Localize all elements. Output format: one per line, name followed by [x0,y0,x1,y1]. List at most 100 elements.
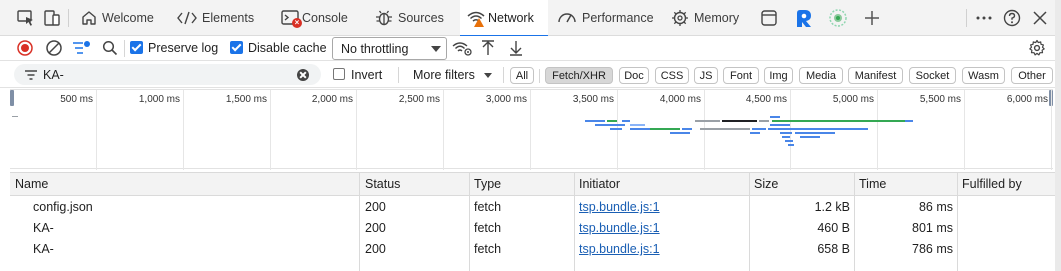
network-overview-timeline[interactable]: 500 ms 1,000 ms 1,500 ms 2,000 ms 2,500 ms 3,… [10,89,1053,170]
search-button[interactable] [101,39,119,57]
filter-chip-doc[interactable]: Doc [619,67,649,84]
table-row[interactable]: KA- 200 fetch tsp.bundle.js:1 658 B 786 … [10,239,1061,260]
filter-input[interactable]: KA- [14,64,321,85]
clear-log-button[interactable] [45,39,63,57]
filter-lines-icon [73,41,90,54]
throttling-select[interactable]: No throttling [332,37,447,60]
request-type: fetch [474,242,502,256]
filter-chip-manifest[interactable]: Manifest [848,67,903,84]
filter-chip-js[interactable]: JS [694,67,718,84]
invert-checkbox[interactable] [333,68,345,80]
request-initiator-link[interactable]: tsp.bundle.js:1 [579,200,660,214]
request-type: fetch [474,200,502,214]
overview-grid-line [704,90,705,170]
filter-chip-fetch-xhr[interactable]: Fetch/XHR [545,67,613,84]
help-icon[interactable] [1002,8,1022,28]
chevron-down-icon [431,46,441,52]
gear-chip-icon [672,10,688,26]
network-conditions-button[interactable] [452,39,474,57]
tab-label: Elements [202,11,255,25]
overview-tick-label: 5,500 ms [919,94,961,105]
overview-tick-label: 500 ms [60,94,93,105]
overview-tick-label: 1,000 ms [138,94,180,105]
more-options-icon[interactable] [974,8,994,28]
filter-chip-img[interactable]: Img [764,67,793,84]
tab-memory[interactable]: Memory [668,0,748,36]
preserve-log-label[interactable]: Preserve log [148,41,218,55]
inspect-element-icon[interactable] [16,8,36,28]
disable-cache-label[interactable]: Disable cache [248,41,327,55]
overview-grid-line [877,90,878,170]
preserve-log-checkbox[interactable] [130,41,143,54]
home-icon [82,11,96,25]
bug-icon [376,10,392,26]
gauge-icon [558,13,576,23]
tab-console[interactable]: × Console [276,0,356,36]
overview-left-handle[interactable] [10,90,14,106]
wifi-icon [466,9,488,27]
overview-marker [12,116,18,117]
column-header-status[interactable]: Status [365,177,400,191]
overview-request-bar [650,128,680,130]
column-header-type[interactable]: Type [474,177,501,191]
overview-request-bar [780,132,792,134]
record-icon [17,40,33,56]
record-button[interactable] [16,39,34,57]
import-har-button[interactable] [480,39,496,57]
overview-grid-line [1051,90,1052,170]
tab-separator [68,9,69,27]
extension-circle-icon[interactable] [828,8,848,28]
column-header-fulfilled-by[interactable]: Fulfilled by [962,177,1022,191]
filter-chip-other[interactable]: Other [1011,67,1053,84]
tab-elements[interactable]: Elements [172,0,262,36]
overview-grid-line [183,90,184,170]
overview-tick-label: 2,000 ms [311,94,353,105]
extension-logo-icon[interactable] [793,8,813,28]
table-row[interactable]: config.json 200 fetch tsp.bundle.js:1 1.… [10,197,1061,218]
request-name: config.json [33,200,93,214]
request-initiator-link[interactable]: tsp.bundle.js:1 [579,221,660,235]
table-row[interactable]: KA- 200 fetch tsp.bundle.js:1 460 B 801 … [10,218,1061,239]
filter-chip-all[interactable]: All [510,67,534,84]
overview-grid-line [617,90,618,170]
filter-chip-font[interactable]: Font [723,67,759,84]
filter-chip-socket[interactable]: Socket [909,67,956,84]
tab-sources[interactable]: Sources [370,0,456,36]
overview-request-bar [772,120,912,122]
overview-request-bar [670,132,690,134]
more-filters-button[interactable]: More filters [413,68,475,82]
disable-cache-checkbox[interactable] [230,41,243,54]
filter-chip-css[interactable]: CSS [655,67,689,84]
column-header-initiator[interactable]: Initiator [579,177,620,191]
upload-icon [482,40,494,55]
overview-tick-label: 4,000 ms [659,94,701,105]
request-size: 1.2 kB [814,200,850,214]
export-har-button[interactable] [508,39,524,57]
invert-label[interactable]: Invert [351,68,382,82]
overview-grid-line [356,90,357,170]
filter-chip-media[interactable]: Media [799,67,843,84]
tab-welcome[interactable]: Welcome [76,0,166,36]
column-header-time[interactable]: Time [859,177,886,191]
panel-scrollbar-track[interactable] [1055,0,1061,271]
tab-label: Console [302,11,348,25]
tab-performance[interactable]: Performance [554,0,662,36]
add-tab-icon[interactable] [862,8,882,28]
column-header-name[interactable]: Name [15,177,48,191]
request-size: 460 B [817,221,850,235]
tab-network[interactable]: Network [460,0,548,37]
device-emulation-icon[interactable] [42,8,62,28]
close-devtools-icon[interactable] [1030,8,1050,28]
clear-filter-icon[interactable] [297,69,309,81]
overview-request-bar [750,132,760,134]
overview-grid-line [790,90,791,170]
column-header-size[interactable]: Size [754,177,778,191]
request-type: fetch [474,221,502,235]
clear-icon [46,40,62,56]
network-settings-button[interactable] [1028,39,1046,57]
request-initiator-link[interactable]: tsp.bundle.js:1 [579,242,660,256]
application-panel-icon[interactable] [759,8,779,28]
filter-toggle-button[interactable] [71,39,93,57]
filter-chip-wasm[interactable]: Wasm [962,67,1005,84]
overview-request-bar [759,120,769,122]
